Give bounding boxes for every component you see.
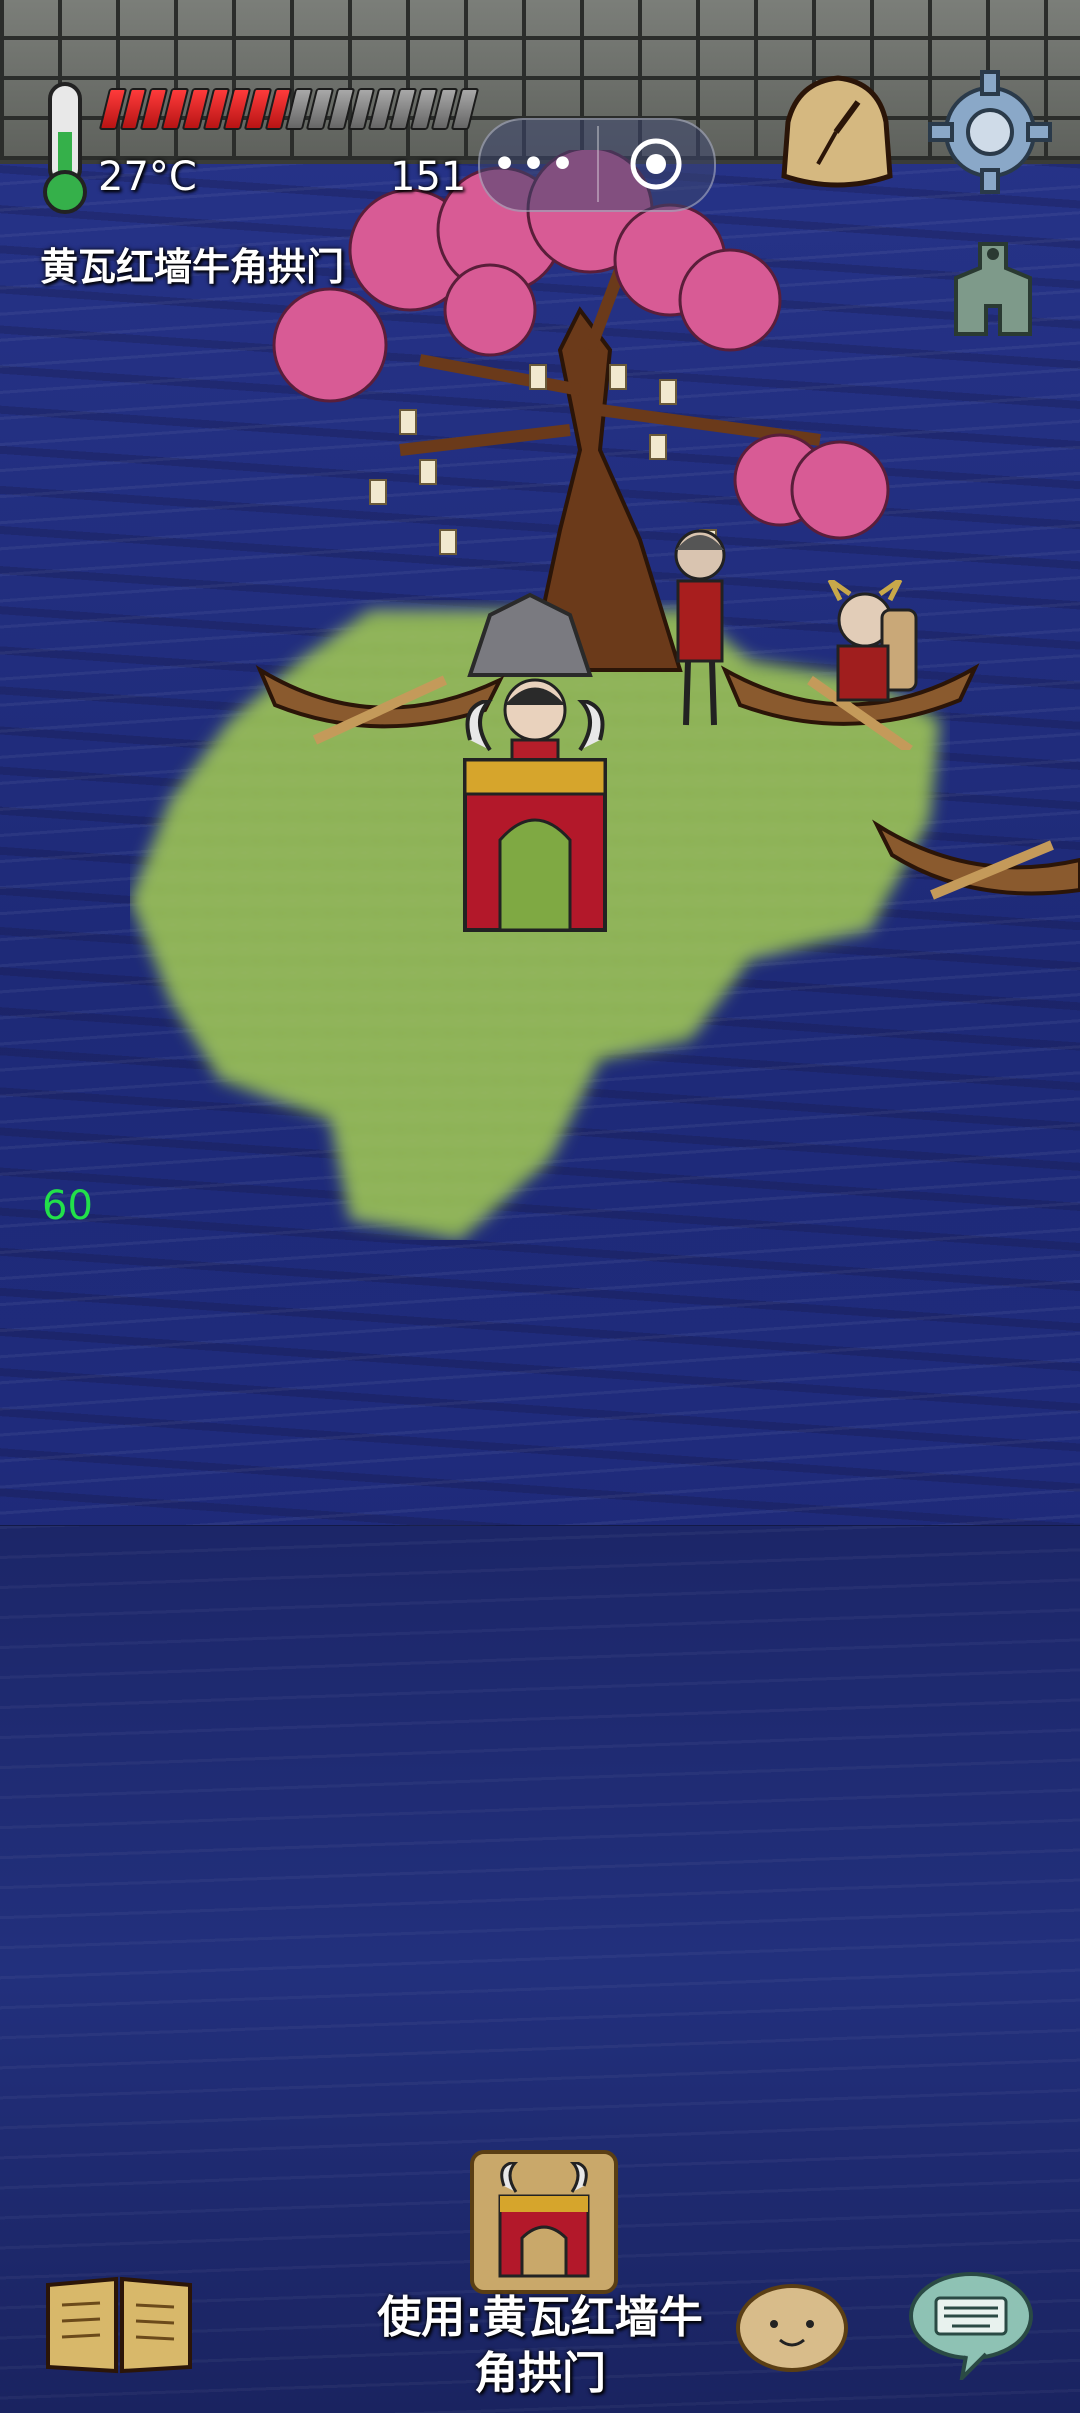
temperature-readout: 27°C [98, 154, 197, 200]
horn-arch-gate[interactable] [450, 700, 620, 940]
emote-face-icon[interactable] [734, 2278, 850, 2374]
use-item-label-line1: 使用:黄瓦红墙牛 [377, 2292, 703, 2343]
recipe-book-icon[interactable] [44, 2275, 194, 2375]
counter-readout: 151 [390, 154, 467, 200]
rowboat-edge[interactable] [872, 815, 1080, 905]
location-title: 黄瓦红墙牛角拱门 [40, 245, 345, 289]
miniprogram-capsule: ••• [478, 118, 716, 212]
record-icon[interactable] [628, 136, 684, 192]
health-bar [98, 88, 480, 130]
menu-dots-icon[interactable]: ••• [492, 134, 576, 194]
selected-item-slot[interactable] [470, 2150, 618, 2294]
use-item-label-line2: 角拱门 [474, 2348, 606, 2399]
gear-icon[interactable] [928, 70, 1052, 194]
spade-coin-icon[interactable] [950, 238, 1036, 338]
use-item-label: 使用:黄瓦红墙牛 角拱门 [330, 2290, 750, 2402]
character-red-robe[interactable] [660, 525, 740, 735]
keyboard-chat-icon[interactable] [906, 2268, 1036, 2380]
thermometer-icon[interactable] [36, 82, 94, 216]
character-horned-rower[interactable] [810, 580, 920, 710]
capsule-divider [597, 126, 599, 202]
sundial-icon[interactable] [778, 72, 896, 196]
fps-counter: 60 [42, 1183, 93, 1229]
horn-arch-item-icon [498, 2162, 590, 2278]
